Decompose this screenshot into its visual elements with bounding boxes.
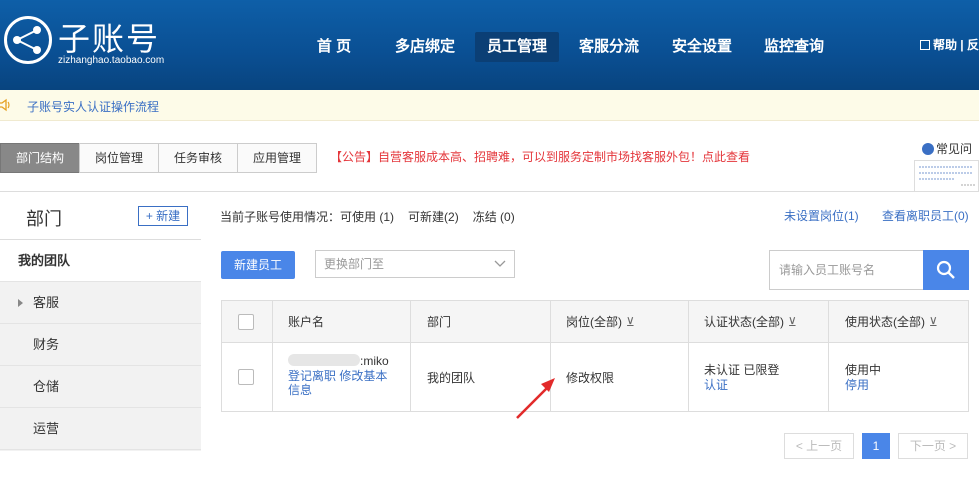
- column-divider: [828, 301, 829, 412]
- expand-arrow-icon[interactable]: [18, 299, 23, 307]
- column-divider: [272, 301, 273, 412]
- usage-prefix: 当前子账号使用情况：: [220, 210, 341, 224]
- external-link-icon: [919, 40, 930, 50]
- logo-icon: [4, 16, 52, 64]
- select-all-checkbox[interactable]: [238, 314, 254, 330]
- column-divider: [688, 301, 689, 412]
- sidebar-item-finance[interactable]: 财务: [0, 324, 201, 366]
- search-icon: [936, 260, 955, 279]
- faq-thumbnail[interactable]: [914, 160, 979, 192]
- sidebar-item-operations[interactable]: 运营: [0, 408, 201, 450]
- nav-service-routing[interactable]: 客服分流: [573, 32, 645, 62]
- new-department-button[interactable]: + 新建: [138, 206, 188, 226]
- top-header: 子账号 zizhanghao.taobao.com 首 页 多店绑定 员工管理 …: [0, 0, 979, 90]
- employee-panel: 当前子账号使用情况：可使用 (1) 可新建(2) 冻结 (0) 未设置岗位(1) 查…: [201, 191, 979, 485]
- col-department: 部门: [427, 301, 452, 343]
- nav-security[interactable]: 安全设置: [666, 32, 738, 62]
- department-cell: 我的团队: [427, 371, 476, 385]
- prev-page-button[interactable]: < 上一页: [784, 433, 854, 459]
- col-position[interactable]: 岗位(全部) ⊻: [566, 301, 635, 343]
- blurred-account-prefix: [288, 354, 360, 366]
- sidebar-item-label: 客服: [33, 295, 60, 310]
- usage-frozen: 冻结 (0): [472, 210, 515, 224]
- modify-permissions-link[interactable]: 修改权限: [566, 344, 614, 412]
- filter-icon[interactable]: ⊻: [929, 315, 938, 329]
- filter-icon[interactable]: ⊻: [788, 315, 797, 329]
- auth-status-cell: 未认证 已限登 认证: [704, 344, 824, 412]
- speaker-icon: [0, 98, 10, 112]
- use-status-cell: 使用中 停用: [845, 344, 965, 412]
- column-divider: [410, 301, 411, 412]
- usage-can-create: 可新建(2): [408, 210, 459, 224]
- resigned-employees-link[interactable]: 查看离职员工(0): [882, 207, 969, 224]
- unassigned-position-link[interactable]: 未设置岗位(1): [784, 207, 859, 224]
- user-question-icon: [922, 143, 934, 155]
- logo-subtitle: zizhanghao.taobao.com: [58, 55, 165, 66]
- sidebar-item-my-team[interactable]: 我的团队: [0, 240, 201, 282]
- account-cell: :miko 登记离职 修改基本信息: [288, 344, 408, 412]
- red-arrow-annotation: [516, 378, 555, 419]
- nav-monitoring[interactable]: 监控查询: [758, 32, 830, 62]
- usage-summary: 当前子账号使用情况：可使用 (1) 可新建(2) 冻结 (0): [220, 208, 529, 225]
- help-link[interactable]: 帮助 | 反: [919, 36, 979, 53]
- nav-multi-store[interactable]: 多店绑定: [389, 32, 461, 62]
- col-auth-label: 认证状态(全部): [704, 315, 784, 329]
- tab-department-structure[interactable]: 部门结构: [0, 143, 80, 173]
- realname-auth-link[interactable]: 子账号实人认证操作流程: [27, 98, 159, 115]
- col-position-label: 岗位(全部): [566, 315, 622, 329]
- nav-home[interactable]: 首 页: [306, 32, 362, 62]
- tab-task-review[interactable]: 任务审核: [158, 143, 238, 173]
- col-account: 账户名: [288, 301, 325, 343]
- next-page-button[interactable]: 下一页 >: [898, 433, 968, 459]
- faq-label: 常见问: [936, 142, 973, 156]
- auth-link[interactable]: 认证: [704, 376, 728, 393]
- faq-link[interactable]: 常见问: [922, 140, 972, 157]
- page-1-button[interactable]: 1: [862, 433, 890, 459]
- change-department-select[interactable]: 更换部门至: [315, 250, 515, 278]
- sidebar-item-warehouse[interactable]: 仓储: [0, 366, 201, 408]
- change-department-label: 更换部门至: [324, 257, 385, 271]
- col-use-label: 使用状态(全部): [845, 315, 925, 329]
- col-auth-status[interactable]: 认证状态(全部) ⊻: [704, 301, 797, 343]
- row-checkbox[interactable]: [238, 369, 254, 385]
- sidebar-header: 部门 + 新建: [0, 192, 201, 240]
- account-actions[interactable]: 登记离职 修改基本信息: [288, 369, 398, 397]
- account-name: :miko: [360, 354, 389, 368]
- sidebar-title: 部门: [26, 209, 62, 229]
- department-sidebar: 部门 + 新建 我的团队 客服 财务 仓储 运营: [0, 191, 201, 451]
- sidebar-item-customer-service[interactable]: 客服: [0, 282, 201, 324]
- tab-app-management[interactable]: 应用管理: [237, 143, 317, 173]
- announcement-link[interactable]: 【公告】自营客服成本高、招聘难，可以到服务定制市场找客服外包！点此查看: [330, 148, 750, 165]
- logo-title: 子账号: [58, 21, 161, 57]
- search-button[interactable]: [923, 250, 969, 290]
- new-employee-button[interactable]: 新建员工: [221, 251, 295, 279]
- filter-icon[interactable]: ⊻: [626, 315, 635, 329]
- col-use-status[interactable]: 使用状态(全部) ⊻: [845, 301, 938, 343]
- disable-link[interactable]: 停用: [845, 376, 869, 393]
- employee-search-input[interactable]: 请输入员工账号名: [769, 250, 924, 290]
- employee-table: 账户名 部门 岗位(全部) ⊻ 认证状态(全部) ⊻ 使用状态(全部) ⊻ :miko…: [221, 300, 969, 412]
- nav-employee-management[interactable]: 员工管理: [475, 32, 559, 62]
- help-label: 帮助 | 反: [932, 38, 979, 52]
- usage-available: 可使用 (1): [340, 210, 395, 224]
- chevron-down-icon: [494, 260, 506, 267]
- tab-position-management[interactable]: 岗位管理: [79, 143, 159, 173]
- notice-bar: 子账号实人认证操作流程: [0, 90, 979, 121]
- account-name-row: :miko: [288, 354, 389, 368]
